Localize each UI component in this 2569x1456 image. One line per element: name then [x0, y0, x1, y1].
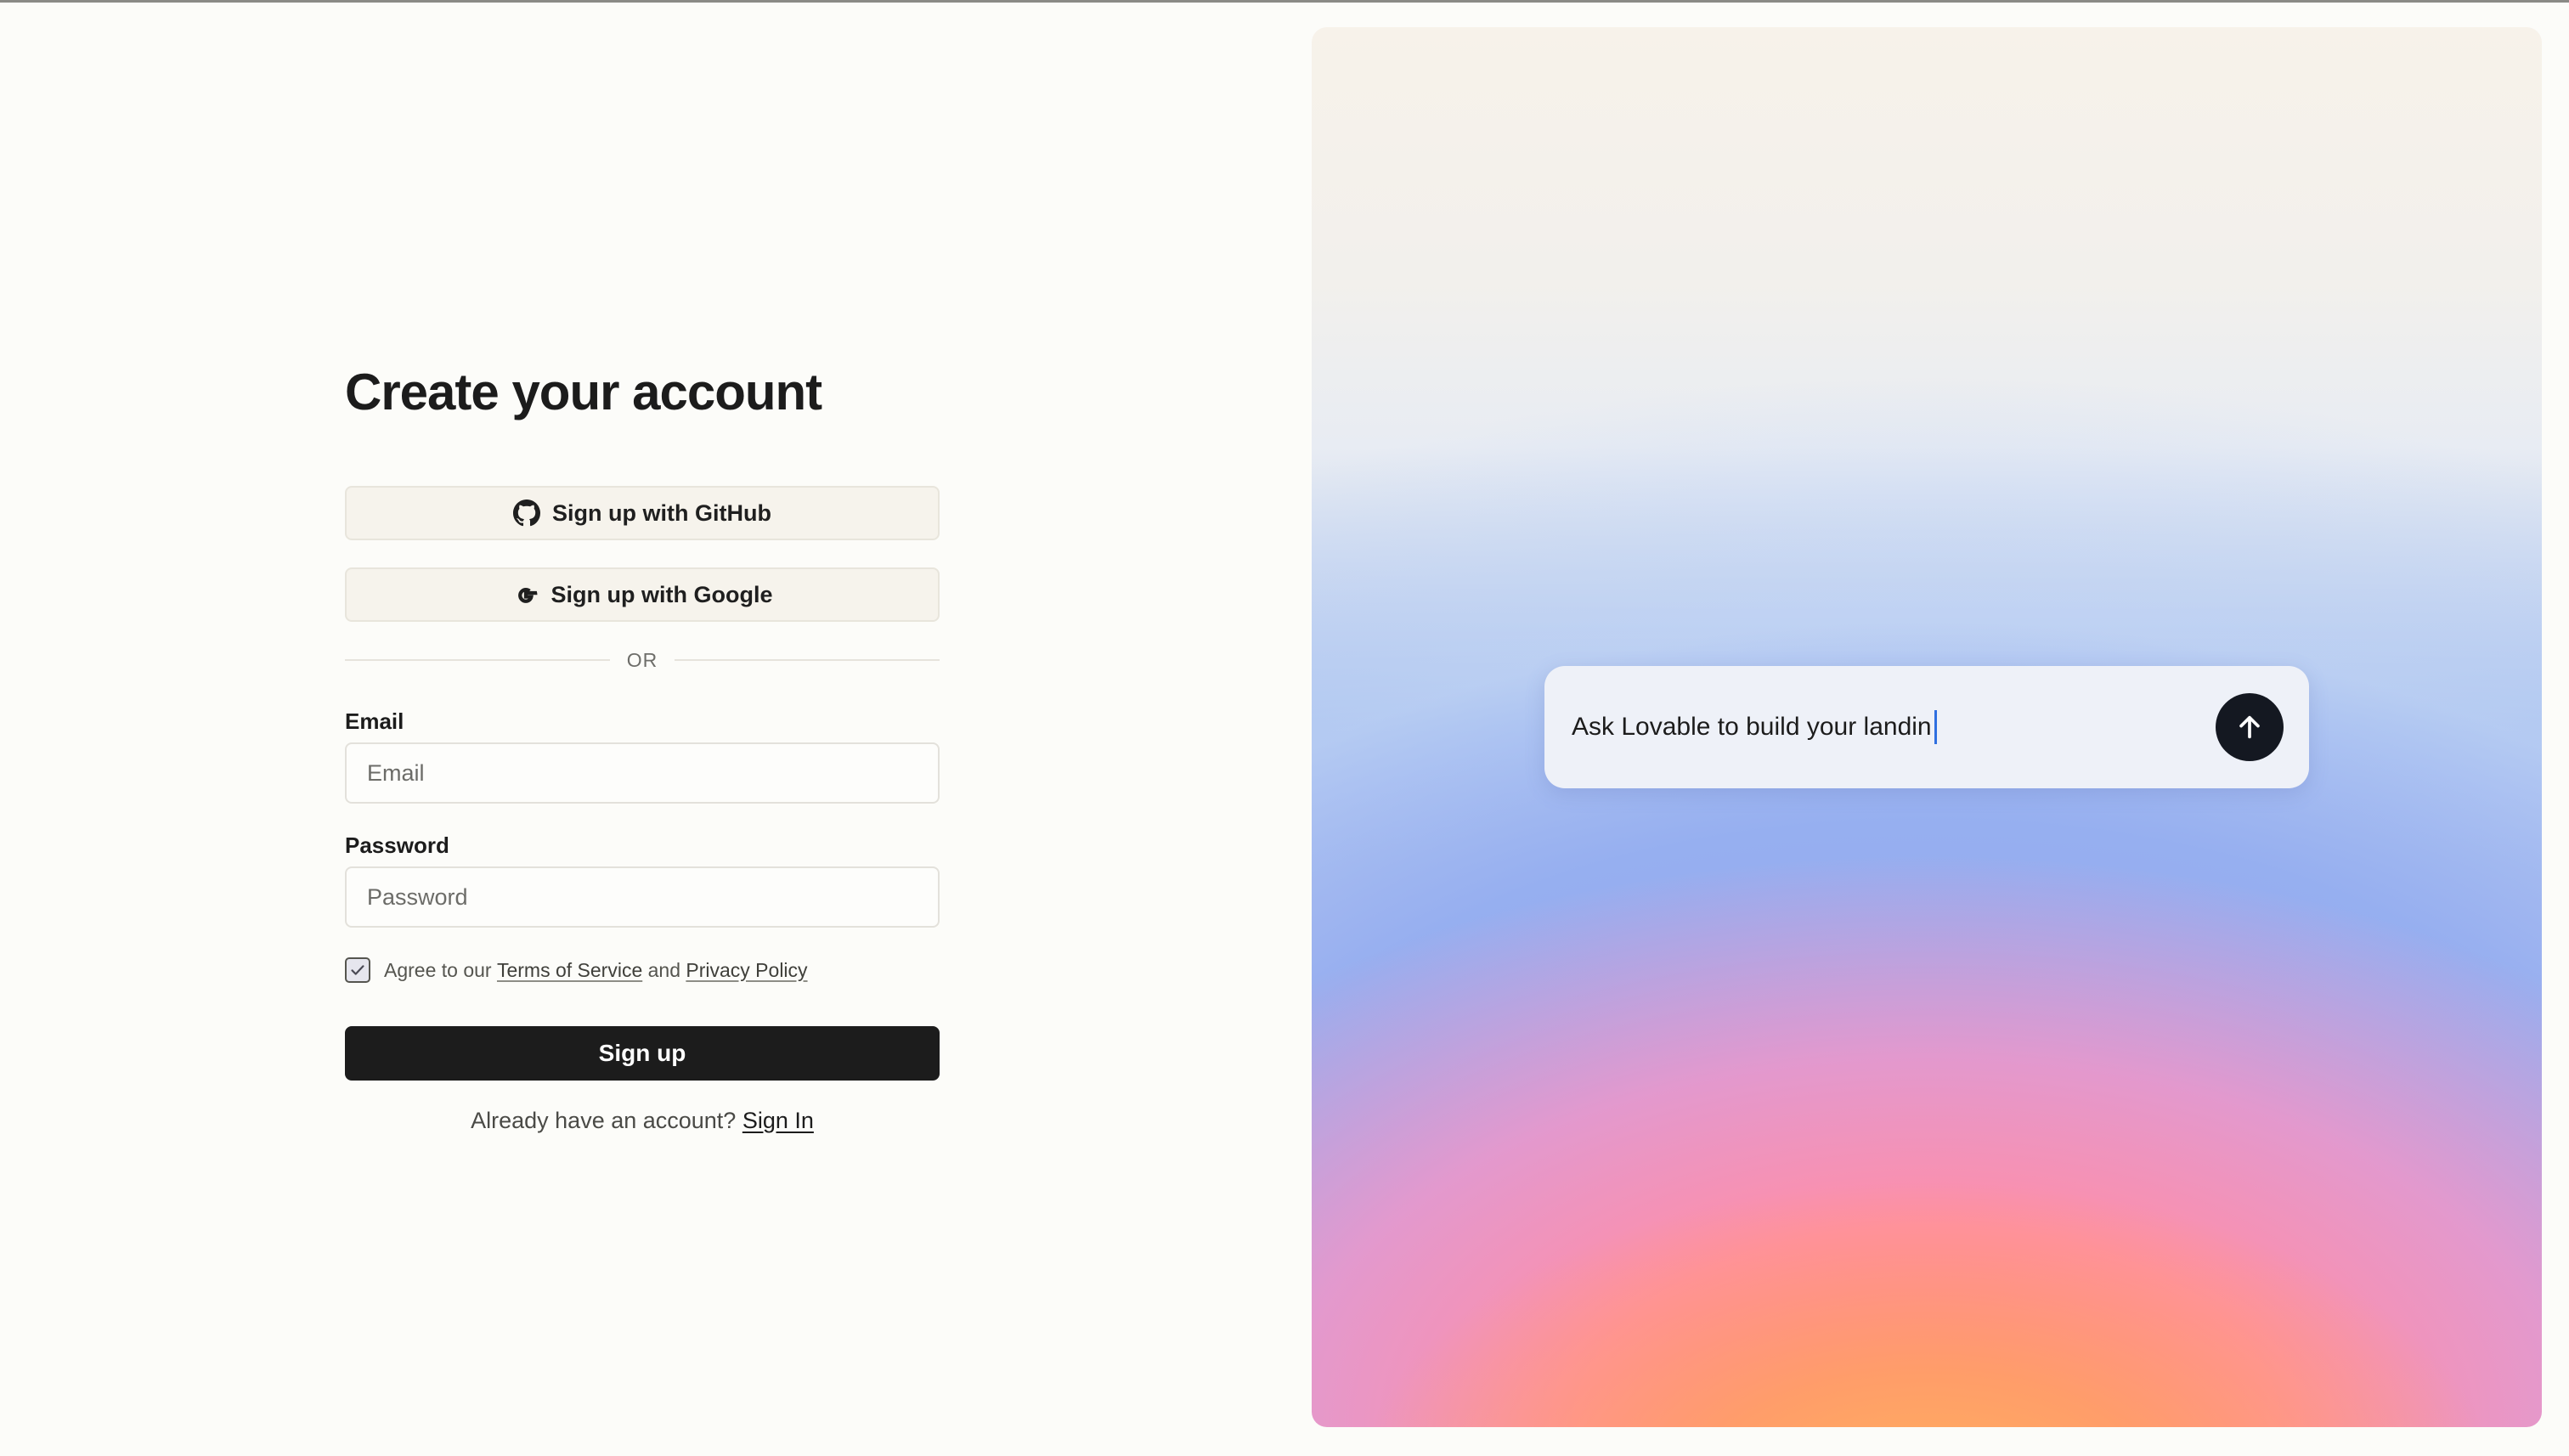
signup-panel: Create your account Sign up with GitHub … — [0, 0, 1308, 1456]
github-signup-label: Sign up with GitHub — [552, 499, 771, 526]
google-icon — [512, 581, 539, 608]
or-divider: OR — [345, 647, 940, 673]
or-text: OR — [626, 648, 658, 671]
github-signup-button[interactable]: Sign up with GitHub — [345, 486, 940, 540]
prompt-box[interactable]: Ask Lovable to build your landin — [1544, 666, 2309, 788]
hero-gradient-panel: Ask Lovable to build your landin — [1312, 27, 2542, 1427]
divider-line-right — [675, 659, 940, 661]
google-signup-button[interactable]: Sign up with Google — [345, 567, 940, 622]
terms-of-service-link[interactable]: Terms of Service — [497, 959, 642, 982]
prompt-input-text: Ask Lovable to build your landin — [1572, 713, 1932, 741]
terms-agreement: Agree to our Terms of Service and Privac… — [345, 955, 808, 985]
check-icon — [351, 965, 364, 975]
privacy-policy-link[interactable]: Privacy Policy — [686, 959, 807, 982]
prompt-input[interactable]: Ask Lovable to build your landin — [1572, 710, 2216, 744]
password-field[interactable] — [345, 866, 940, 928]
signin-prompt: Already have an account? Sign In — [345, 1108, 940, 1134]
agree-prefix-text: Agree to our — [384, 958, 497, 981]
arrow-up-icon — [2239, 715, 2260, 739]
signin-prompt-text: Already have an account? — [471, 1108, 742, 1133]
sign-up-button[interactable]: Sign up — [345, 1026, 940, 1081]
agree-and-text: and — [642, 958, 686, 981]
divider-line-left — [345, 659, 610, 661]
page-title: Create your account — [345, 364, 822, 420]
terms-checkbox[interactable] — [345, 957, 370, 983]
google-signup-label: Sign up with Google — [550, 581, 773, 607]
password-label: Password — [345, 832, 449, 858]
email-field[interactable] — [345, 742, 940, 804]
send-button[interactable] — [2216, 693, 2284, 761]
github-icon — [513, 499, 541, 527]
text-caret — [1934, 710, 1937, 744]
signup-form: Create your account Sign up with GitHub … — [345, 360, 940, 1133]
sign-in-link[interactable]: Sign In — [742, 1108, 814, 1133]
email-label: Email — [345, 708, 404, 734]
